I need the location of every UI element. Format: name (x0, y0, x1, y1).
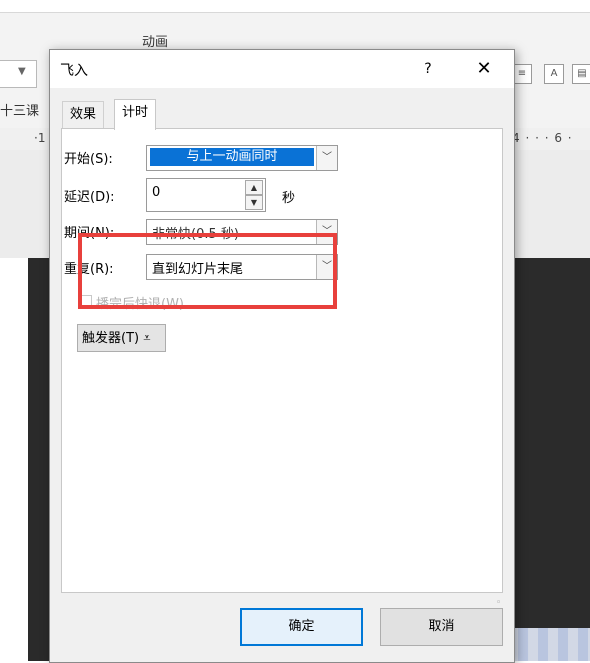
animation-dialog: 飞入 ? ✕ 效果 计时 开始(S): 与上一动画同时 ﹀ 延迟(D): 0 ▲… (49, 49, 515, 663)
ok-button[interactable]: 确定 (240, 608, 363, 646)
chevron-down-icon[interactable]: ﹀ (316, 146, 337, 170)
text-frame-tool-icon[interactable]: A (544, 64, 564, 84)
dialog-titlebar[interactable]: 飞入 ? ✕ (50, 50, 514, 88)
start-select[interactable]: 与上一动画同时 ﹀ (146, 145, 338, 171)
double-chevron-down-icon: ⩡ (143, 331, 151, 346)
app-top-strip (0, 0, 590, 13)
trigger-button[interactable]: 触发器(T) ⩡ (77, 324, 166, 352)
tab-timing[interactable]: 计时 (114, 99, 157, 130)
ribbon-header (0, 13, 590, 50)
dialog-title: 飞入 (60, 63, 88, 79)
highlight-box (78, 233, 337, 309)
text-box-tool-icon[interactable]: ≡ (512, 64, 532, 84)
ruler-right-marks: 4 · · · 6 · (512, 131, 573, 145)
delay-spinner[interactable]: 0 ▲ ▼ (146, 178, 266, 212)
start-label: 开始(S): (64, 152, 113, 167)
tab-effect[interactable]: 效果 (62, 101, 105, 129)
delay-unit: 秒 (282, 191, 296, 206)
chevron-down-icon: ▼ (18, 66, 26, 77)
spin-up-icon[interactable]: ▲ (245, 180, 263, 195)
start-select-value: 与上一动画同时 (150, 148, 314, 166)
slide-area-right-dark (512, 258, 590, 661)
slide-tab[interactable]: 十三课 (0, 100, 39, 119)
align-tool-icon[interactable]: ▤ (572, 64, 590, 84)
help-button[interactable]: ? (412, 54, 444, 84)
close-icon[interactable]: ✕ (466, 54, 502, 84)
delay-value: 0 (152, 185, 161, 200)
cancel-button[interactable]: 取消 (380, 608, 503, 646)
toolbar-combo[interactable]: ▼ (0, 60, 37, 88)
ribbon-group-animation[interactable]: 动画 (142, 31, 168, 50)
spin-down-icon[interactable]: ▼ (245, 195, 263, 210)
ruler-left-mark: ·1 (34, 131, 46, 145)
trigger-label: 触发器(T) (82, 331, 140, 346)
resize-grip-icon: ◦ (496, 598, 502, 608)
delay-label: 延迟(D): (64, 190, 115, 205)
